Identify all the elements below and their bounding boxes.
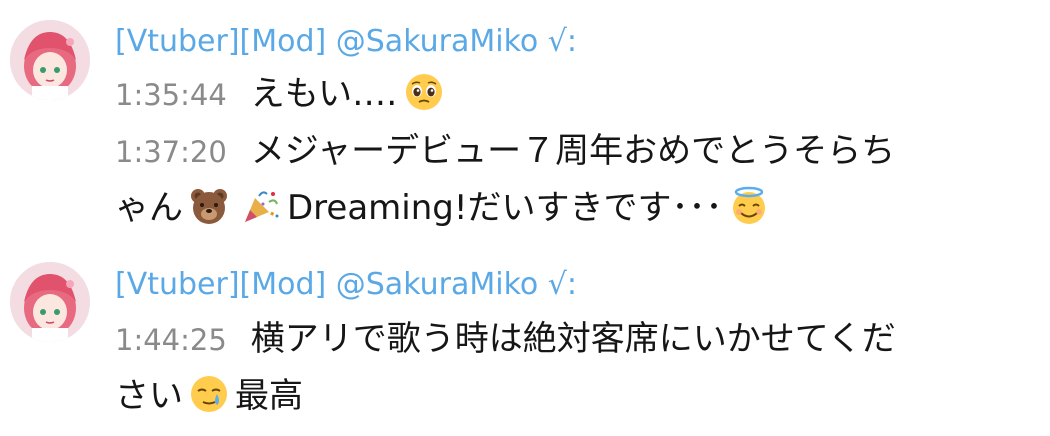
- chat-line: 1:35:44 えもい‥‥: [115, 72, 450, 116]
- chat-line-continued: さい 最高: [115, 374, 303, 417]
- message-text: ゃん: [115, 188, 183, 228]
- avatar[interactable]: [10, 20, 90, 100]
- smiling-face-with-halo-icon: [729, 186, 769, 226]
- party-popper-icon: [241, 186, 281, 226]
- pleading-face-icon: [404, 72, 444, 112]
- message-text: 横アリで歌う時は絶対客席にいかせてくだ: [250, 319, 896, 359]
- author-name[interactable]: [Vtuber][Mod] @SakuraMiko √:: [115, 267, 577, 303]
- live-chat: [Vtuber][Mod] @SakuraMiko √: 1:35:44 えもい‥…: [0, 0, 1050, 436]
- timestamp: 1:35:44: [115, 78, 227, 112]
- message-text: 最高: [235, 376, 303, 416]
- timestamp: 1:37:20: [115, 135, 227, 169]
- avatar[interactable]: [10, 262, 90, 342]
- chat-line-continued: ゃん Dreaming!だいすきです･･･: [115, 186, 775, 229]
- message-text: えもい‥‥: [250, 74, 398, 114]
- timestamp: 1:44:25: [115, 323, 227, 357]
- face-holding-back-tears-icon: [189, 374, 229, 414]
- message-text: メジャーデビュー７周年おめでとうそらち: [250, 131, 896, 171]
- chat-line: 1:37:20 メジャーデビュー７周年おめでとうそらち: [115, 130, 895, 173]
- message-text: さい: [115, 376, 183, 416]
- bear-face-icon: [189, 186, 229, 226]
- chat-line: 1:44:25 横アリで歌う時は絶対客席にいかせてくだ: [115, 318, 896, 361]
- message-text: Dreaming!だいすきです･･･: [287, 188, 723, 228]
- author-name[interactable]: [Vtuber][Mod] @SakuraMiko √:: [115, 24, 577, 60]
